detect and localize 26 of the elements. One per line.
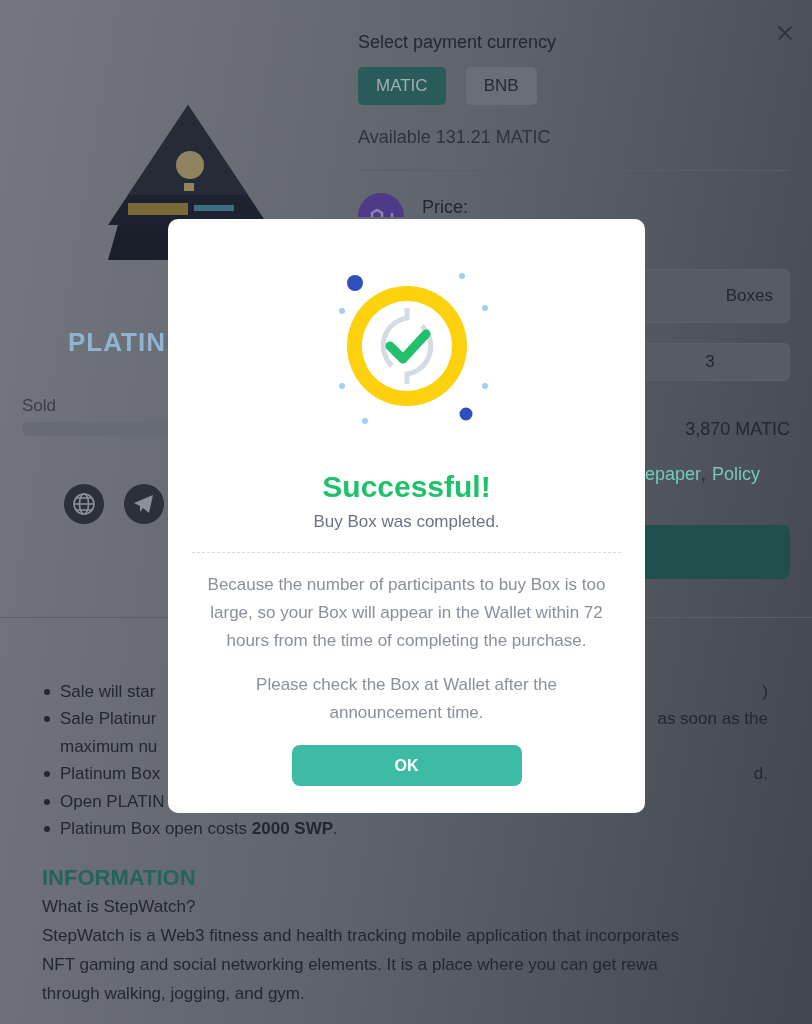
rule-text: Open PLATIN bbox=[60, 791, 165, 812]
dialog-subtitle: Buy Box was completed. bbox=[313, 512, 500, 532]
dialog-title: Successful! bbox=[322, 470, 491, 504]
rule-text: Platinum Box open costs 2000 SWP. bbox=[60, 819, 338, 840]
rule-text: Platinum Box bbox=[60, 764, 161, 785]
document-link[interactable]: Policy bbox=[712, 464, 760, 485]
coin-icon bbox=[358, 193, 404, 217]
currency-tab[interactable]: BNB bbox=[465, 67, 537, 105]
information-text: through walking, jogging, and gym. bbox=[42, 983, 306, 1005]
rule-text: Sale Platinur bbox=[60, 709, 157, 730]
rule-text: maximum nu bbox=[60, 736, 158, 757]
currency-label: Select payment currency bbox=[358, 32, 558, 53]
dialog-message: Please check the Box at Wallet after the announcement time. bbox=[255, 674, 558, 724]
currency-tab[interactable]: MATIC bbox=[358, 67, 446, 105]
rule-text: ) bbox=[762, 681, 768, 702]
paper-plane-icon[interactable] bbox=[124, 484, 164, 524]
product-title: PLATIN bbox=[68, 327, 167, 358]
link-separator: , bbox=[700, 464, 706, 485]
ok-button[interactable]: OK bbox=[291, 745, 522, 786]
rule-text: Sale will star bbox=[60, 681, 156, 702]
globe-icon[interactable] bbox=[64, 484, 104, 524]
information-heading: INFORMATION bbox=[42, 864, 197, 892]
document-link[interactable]: epaper bbox=[644, 464, 701, 485]
price-label: Price: bbox=[422, 197, 468, 218]
dialog-message: Because the number of participants to buy Box is too large, so your Box will appear in the Wallet within 72 hours from the time of completing the purchase. bbox=[206, 574, 607, 652]
information-question: What is StepWatch? bbox=[42, 896, 197, 918]
